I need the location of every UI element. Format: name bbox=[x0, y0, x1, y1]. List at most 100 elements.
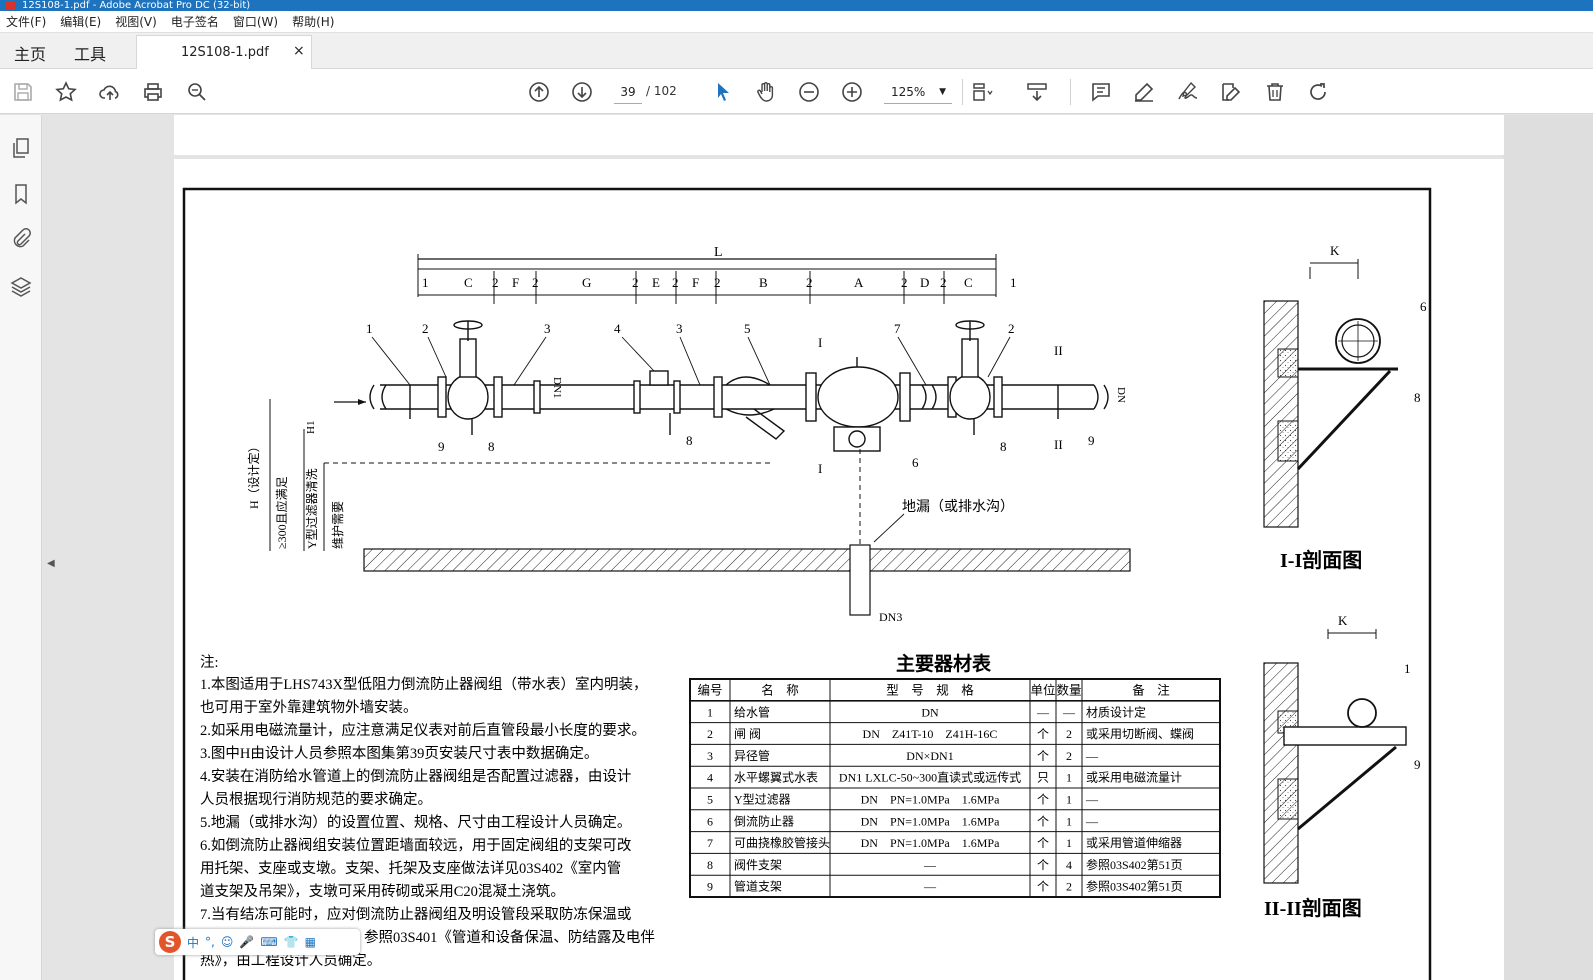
ime-menu-icon[interactable]: ▦ bbox=[305, 935, 316, 949]
menu-edit[interactable]: 编辑(E) bbox=[60, 13, 101, 30]
zoom-in-icon[interactable] bbox=[839, 79, 865, 105]
notes-block: 注: 1.本图适用于LHS743X型低阻力倒流防止器阀组（带水表）室内明装， 也… bbox=[200, 654, 655, 969]
collapse-panel-arrow-icon[interactable]: ◀ bbox=[47, 558, 55, 569]
next-page-icon[interactable] bbox=[569, 79, 595, 105]
note-line: 参照03S401《管道和设备保温、防结露及电伴 bbox=[364, 929, 655, 946]
page-number-input[interactable]: 39 bbox=[614, 80, 642, 104]
ime-keyboard-icon[interactable]: ⌨ bbox=[260, 935, 277, 949]
ime-emoji-icon[interactable]: ☺ bbox=[221, 935, 234, 949]
table-cell: — bbox=[923, 880, 937, 894]
close-icon[interactable]: × bbox=[293, 43, 305, 59]
callout: 6 bbox=[1420, 299, 1427, 314]
pdf-app-icon bbox=[6, 1, 15, 10]
callout: I bbox=[818, 335, 822, 350]
select-cursor-icon[interactable] bbox=[710, 79, 736, 105]
table-cell: 1 bbox=[1066, 814, 1072, 828]
zoom-level-value: 125% bbox=[891, 85, 926, 99]
trash-icon[interactable] bbox=[1262, 79, 1288, 105]
previous-page-icon[interactable] bbox=[526, 79, 552, 105]
table-cell: Y型过滤器 bbox=[734, 793, 791, 807]
table-cell: 参照03S402第51页 bbox=[1086, 879, 1183, 894]
dim-label-h1: H1 bbox=[305, 421, 317, 434]
attachment-icon[interactable] bbox=[8, 226, 34, 252]
cloud-upload-icon[interactable] bbox=[97, 79, 123, 105]
ime-skin-icon[interactable]: 👕 bbox=[284, 935, 299, 949]
dim-label: 2 bbox=[492, 275, 499, 290]
note-line: 7.当有结冻可能时，应对倒流防止器阀组及明设管段采取防冻保温或 bbox=[200, 905, 631, 923]
rotate-icon[interactable] bbox=[1305, 79, 1331, 105]
toolbar-divider bbox=[962, 79, 963, 105]
menu-esign[interactable]: 电子签名 bbox=[171, 13, 219, 30]
dim-label: E bbox=[652, 275, 660, 290]
table-title: 主要器材表 bbox=[896, 652, 992, 675]
table-cell: 8 bbox=[707, 858, 713, 872]
callout: 9 bbox=[438, 439, 445, 454]
dim-label: 1 bbox=[422, 275, 429, 290]
table-cell: — bbox=[923, 858, 937, 872]
zoom-level-select[interactable]: 125% ▼ bbox=[884, 80, 952, 104]
tab-bar: 主页 工具 12S108-1.pdf × bbox=[0, 33, 1593, 69]
highlight-pen-icon[interactable] bbox=[1131, 79, 1157, 105]
table-cell: 材质设计定 bbox=[1086, 704, 1146, 719]
callout: 5 bbox=[744, 321, 751, 336]
comment-icon[interactable] bbox=[1088, 79, 1114, 105]
scroll-mode-icon[interactable] bbox=[1024, 79, 1050, 105]
table-cell: — bbox=[1062, 705, 1076, 719]
toolbar: 39 / 102 125% ▼ bbox=[0, 69, 1593, 114]
floor-drain bbox=[849, 544, 871, 616]
menu-file[interactable]: 文件(F) bbox=[6, 13, 46, 30]
zoom-search-icon[interactable] bbox=[184, 79, 210, 105]
callout: 4 bbox=[614, 321, 621, 336]
section-2-2: K 1 9 II-II剖面图 bbox=[1263, 613, 1421, 920]
table-cell: 5 bbox=[707, 793, 713, 807]
table-cell: 参照03S402第51页 bbox=[1086, 857, 1183, 872]
table-cell: DN1 LXLC-50~300直读式或远传式 bbox=[839, 770, 1021, 785]
signature-icon[interactable] bbox=[1175, 79, 1201, 105]
table-header-cell: 型 号 规 格 bbox=[886, 683, 974, 698]
ime-voice-icon[interactable]: 🎤 bbox=[239, 935, 254, 949]
note-line: 也可用于室外靠建筑物外墙安装。 bbox=[200, 699, 418, 716]
table-cell: 个 bbox=[1037, 727, 1049, 741]
section-dim-k: K bbox=[1338, 613, 1348, 628]
menu-help[interactable]: 帮助(H) bbox=[292, 13, 334, 30]
callout: 7 bbox=[894, 321, 901, 336]
page-display-icon[interactable] bbox=[970, 79, 996, 105]
save-icon[interactable] bbox=[10, 79, 36, 105]
bookmark-icon[interactable] bbox=[8, 181, 34, 207]
star-icon[interactable] bbox=[53, 79, 79, 105]
print-icon[interactable] bbox=[140, 79, 166, 105]
note-line: 4.安装在消防给水管道上的倒流防止器阀组是否配置过滤器，由设计 bbox=[200, 768, 631, 785]
table-cell: 1 bbox=[1066, 836, 1072, 850]
note-line: 1.本图适用于LHS743X型低阻力倒流防止器阀组（带水表）室内明装， bbox=[200, 676, 648, 693]
callout: 3 bbox=[676, 321, 683, 336]
tab-document[interactable]: 12S108-1.pdf × bbox=[136, 35, 312, 69]
ime-chinese-mode[interactable]: 中 bbox=[187, 934, 199, 951]
note-line: 5.地漏（或排水沟）的设置位置、规格、尺寸由工程设计人员确定。 bbox=[200, 814, 631, 831]
table-cell: — bbox=[1036, 705, 1050, 719]
left-navigation-rail bbox=[0, 115, 42, 980]
dim-label: F bbox=[512, 275, 519, 290]
zoom-out-icon[interactable] bbox=[796, 79, 822, 105]
menu-view[interactable]: 视图(V) bbox=[115, 13, 157, 30]
ime-toolbar[interactable]: S 中 °, ☺ 🎤 ⌨ 👕 ▦ bbox=[155, 929, 360, 955]
page-thumbnails-icon[interactable] bbox=[8, 135, 34, 161]
section-2-title: II-II剖面图 bbox=[1264, 896, 1362, 920]
dim-label: 2 bbox=[714, 275, 721, 290]
tab-home[interactable]: 主页 bbox=[14, 41, 46, 65]
note-line: 人员根据现行消防规范的要求确定。 bbox=[200, 791, 432, 808]
dim-label: G bbox=[582, 275, 591, 290]
ime-punctuation-icon[interactable]: °, bbox=[205, 935, 215, 949]
layers-icon[interactable] bbox=[8, 273, 34, 299]
callout: II bbox=[1054, 343, 1063, 358]
table-header-cell: 单位 bbox=[1030, 683, 1055, 698]
edit-pdf-icon[interactable] bbox=[1218, 79, 1244, 105]
table-cell: 阀件支架 bbox=[734, 858, 782, 872]
table-cell: 只 bbox=[1037, 771, 1049, 785]
table-header-cell: 数量 bbox=[1056, 683, 1081, 698]
tab-tools[interactable]: 工具 bbox=[74, 41, 106, 65]
pipe-assembly bbox=[369, 320, 1109, 452]
table-cell: 闸 阀 bbox=[734, 727, 761, 741]
menu-window[interactable]: 窗口(W) bbox=[233, 13, 278, 30]
hand-tool-icon[interactable] bbox=[753, 79, 779, 105]
callout: 6 bbox=[912, 455, 919, 470]
